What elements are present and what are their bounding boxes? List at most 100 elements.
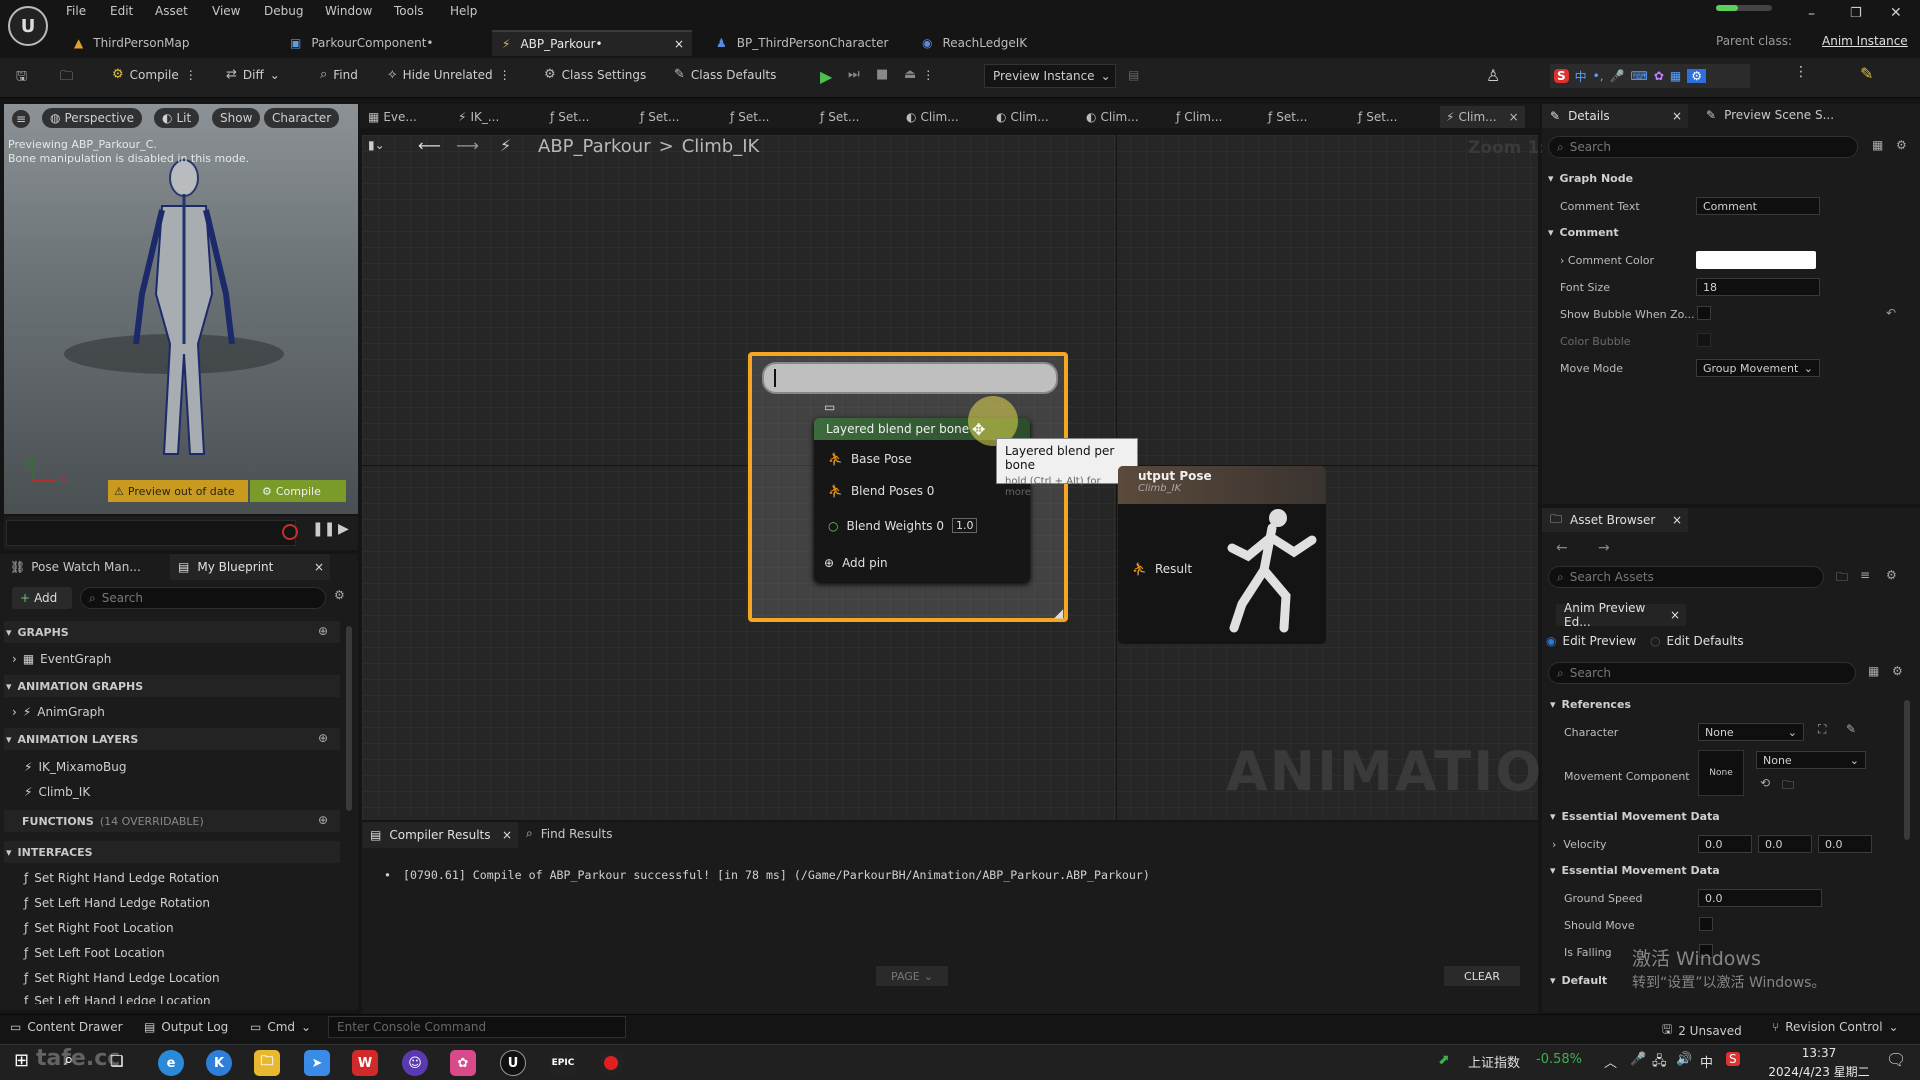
compile-button[interactable]: ⚙ Compile ⋮: [112, 67, 197, 82]
clear-button[interactable]: CLEAR: [1444, 966, 1520, 986]
browse-folder-icon[interactable]: 🗀: [1782, 776, 1794, 797]
ime-indicator[interactable]: 中: [1700, 1052, 1713, 1071]
network-icon[interactable]: 🖧: [1652, 1052, 1667, 1074]
clock-time[interactable]: 13:37: [1778, 1046, 1860, 1060]
epic-games-icon[interactable]: EPIC: [550, 1050, 576, 1076]
show-bubble-checkbox[interactable]: [1697, 306, 1711, 320]
left-panel-scrollbar[interactable]: [346, 626, 352, 811]
preview-viewport[interactable]: z x: [4, 104, 358, 514]
menu-window[interactable]: Window: [325, 4, 372, 18]
ime-toolbar[interactable]: S 中 •, 🎤 ⌨ ✿ ▦ ⚙: [1550, 64, 1750, 88]
output-log-button[interactable]: ▤ Output Log: [144, 1020, 228, 1034]
interface-function[interactable]: ƒ Set Left Hand Ledge Rotation: [24, 896, 210, 910]
tree-item-climb-ik[interactable]: ⚡ Climb_IK: [24, 785, 90, 799]
tab-find-results[interactable]: ⌕ Find Results: [526, 826, 612, 841]
tab-preview-scene[interactable]: ✎ Preview Scene S...: [1706, 108, 1834, 122]
menu-tools[interactable]: Tools: [394, 4, 424, 18]
velocity-y-input[interactable]: 0.0: [1758, 835, 1812, 853]
graph-tab[interactable]: ▦ Eve...: [368, 106, 417, 128]
asset-search-input[interactable]: ⌕ Search Assets: [1548, 566, 1824, 588]
timeline-scrubber[interactable]: [6, 520, 296, 546]
stop-button[interactable]: ■: [876, 67, 888, 82]
perspective-button[interactable]: ◍ Perspective: [42, 108, 142, 128]
tab-abp-parkour[interactable]: ⚡ ABP_Parkour• ×: [492, 30, 692, 56]
edit-defaults-radio[interactable]: ○ Edit Defaults: [1650, 634, 1744, 648]
interface-function[interactable]: ƒ Set Right Hand Ledge Location: [24, 971, 220, 985]
more-options-icon[interactable]: ⋮: [1794, 64, 1808, 80]
animation-graphs-header[interactable]: ▾ ANIMATION GRAPHS: [6, 680, 143, 693]
close-window-icon[interactable]: ✕: [1890, 5, 1902, 21]
graph-tab[interactable]: ƒ Set...: [820, 106, 859, 128]
windows-start-icon[interactable]: ⊞: [14, 1050, 29, 1071]
close-tab-icon[interactable]: ×: [502, 828, 512, 842]
play-forward-icon[interactable]: ▶: [338, 521, 349, 537]
tab-compiler-results[interactable]: ▤ Compiler Results ×: [362, 822, 518, 848]
add-graph-icon[interactable]: ⊕: [318, 624, 328, 638]
settings-icon[interactable]: ⚙: [1886, 568, 1897, 582]
lit-button[interactable]: ◐ Lit: [154, 108, 200, 128]
graph-tab[interactable]: ◐ Clim...: [1086, 106, 1139, 128]
settings-icon[interactable]: ⚙: [334, 588, 345, 602]
menu-view[interactable]: View: [212, 4, 240, 18]
base-pose-pin[interactable]: ⛹ Base Pose: [828, 452, 912, 466]
category-comment[interactable]: ▾ Comment: [1548, 226, 1619, 239]
microphone-icon[interactable]: 🎤: [1630, 1052, 1646, 1067]
graph-tab[interactable]: ƒ Set...: [730, 106, 769, 128]
pick-actor-icon[interactable]: ⛶: [1818, 722, 1826, 737]
close-tab-icon[interactable]: ×: [1509, 110, 1519, 124]
find-button[interactable]: ⌕ Find: [320, 67, 358, 82]
viewport-menu-icon[interactable]: ≡: [12, 110, 30, 128]
graph-tab[interactable]: ƒ Clim...: [1176, 106, 1222, 128]
view-options-icon[interactable]: ▦: [1872, 138, 1883, 152]
category-graph-node[interactable]: ▾ Graph Node: [1548, 172, 1633, 185]
interfaces-header[interactable]: ▾ INTERFACES: [6, 846, 93, 859]
details-scrollbar[interactable]: [1904, 700, 1910, 840]
graph-tab[interactable]: ƒ Set...: [1358, 106, 1397, 128]
restore-icon[interactable]: ❐: [1850, 6, 1862, 21]
tab-thirdpersonmap[interactable]: ▲ ThirdPersonMap: [64, 30, 274, 56]
cmd-dropdown[interactable]: ▭ Cmd ⌄: [250, 1020, 311, 1034]
result-pin[interactable]: ⛹ Result: [1132, 562, 1192, 576]
breadcrumb-root[interactable]: ABP_Parkour: [538, 136, 651, 157]
graph-tab[interactable]: ƒ Set...: [550, 106, 589, 128]
velocity-z-input[interactable]: 0.0: [1818, 835, 1872, 853]
hide-unrelated-button[interactable]: ⟡ Hide Unrelated ⋮: [388, 67, 511, 82]
ground-speed-input[interactable]: 0.0: [1698, 889, 1822, 907]
filter-icon[interactable]: ≡: [1860, 568, 1870, 582]
tab-pose-watch[interactable]: ⛓ Pose Watch Man...: [10, 560, 141, 574]
clock-date[interactable]: 2024/4/23 星期二: [1758, 1063, 1880, 1080]
tray-chevron-icon[interactable]: ︿: [1604, 1052, 1617, 1071]
console-command-input[interactable]: Enter Console Command: [328, 1016, 626, 1038]
viewport-compile-button[interactable]: ⚙ Compile: [250, 480, 346, 502]
menu-edit[interactable]: Edit: [110, 4, 133, 18]
feishu-icon[interactable]: ➤: [304, 1050, 330, 1076]
task-view-icon[interactable]: ❏: [110, 1052, 123, 1070]
notification-icon[interactable]: 🗨: [1886, 1050, 1906, 1069]
graph-tab[interactable]: ◐ Clim...: [996, 106, 1049, 128]
wps-icon[interactable]: W: [352, 1050, 378, 1076]
revision-control-button[interactable]: ⑂ Revision Control ⌄: [1772, 1020, 1899, 1034]
forward-arrow-icon[interactable]: ⟶: [456, 136, 479, 155]
comment-color-swatch[interactable]: [1696, 251, 1816, 269]
app-k-icon[interactable]: K: [206, 1050, 232, 1076]
menu-debug[interactable]: Debug: [264, 4, 303, 18]
preview-out-of-date-button[interactable]: ⚠ Preview out of date: [108, 480, 248, 502]
tree-item-animgraph[interactable]: › ⚡ AnimGraph: [12, 705, 105, 719]
folder-icon[interactable]: 🗀: [1836, 568, 1848, 589]
menu-asset[interactable]: Asset: [155, 4, 188, 18]
content-drawer-button[interactable]: ▭ Content Drawer: [10, 1020, 123, 1034]
interface-function[interactable]: ƒ Set Right Foot Location: [24, 921, 174, 935]
interface-function[interactable]: ƒ Set Left Hand Ledge Location: [24, 994, 211, 1004]
tab-parkourcomponent[interactable]: ▣ ParkourComponent•: [280, 30, 480, 56]
character-button[interactable]: Character: [264, 108, 340, 128]
diff-button[interactable]: ⇄ Diff ⌄: [226, 67, 280, 82]
file-explorer-icon[interactable]: 🗀: [254, 1050, 280, 1076]
category-references[interactable]: ▾ References: [1550, 698, 1631, 711]
pause-icon[interactable]: ❚❚: [312, 521, 335, 537]
graph-tab[interactable]: ⚡ IK_...: [458, 106, 499, 128]
move-mode-dropdown[interactable]: Group Movement ⌄: [1696, 359, 1820, 377]
preview-instance-dropdown[interactable]: Preview Instance ⌄: [984, 64, 1116, 88]
edge-browser-icon[interactable]: e: [158, 1050, 184, 1076]
tab-reachledgeik[interactable]: ◉ ReachLedgeIK: [912, 30, 1112, 56]
edit-mode-icon[interactable]: ✎: [1860, 64, 1873, 83]
